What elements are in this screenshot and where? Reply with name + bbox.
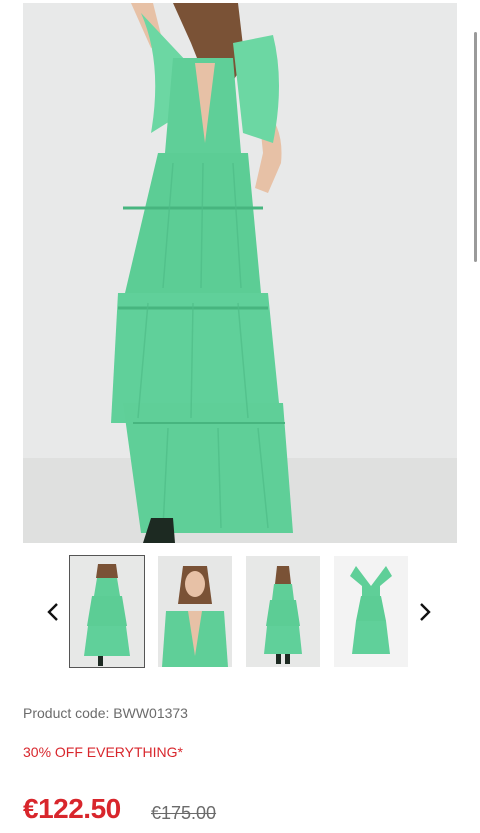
thumbnail-front[interactable] <box>69 555 145 668</box>
next-image-button[interactable] <box>410 594 440 630</box>
product-code: Product code: BWW01373 <box>23 705 188 721</box>
thumbnail-back[interactable] <box>246 556 320 667</box>
thumbnail-closeup[interactable] <box>158 556 232 667</box>
thumbnail-carousel <box>0 555 480 668</box>
promo-text: 30% OFF EVERYTHING* <box>23 744 184 760</box>
page-scrollbar[interactable] <box>474 32 477 262</box>
chevron-right-icon <box>420 603 431 621</box>
thumbnail-flat[interactable] <box>334 556 408 667</box>
main-product-image[interactable] <box>23 3 457 543</box>
chevron-left-icon <box>47 603 58 621</box>
current-price: €122.50 <box>23 793 121 824</box>
previous-image-button[interactable] <box>38 594 68 630</box>
original-price: €175.00 <box>151 803 217 823</box>
